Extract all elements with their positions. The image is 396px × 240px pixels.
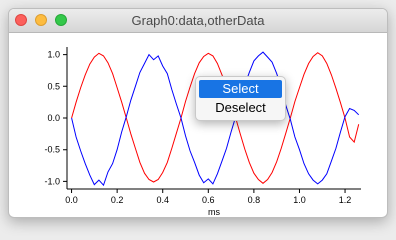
y-tick-label: 0.5 — [47, 81, 60, 91]
x-tick-label: 0.2 — [111, 195, 124, 205]
x-axis-label: ms — [208, 207, 220, 217]
context-menu: Select Deselect — [195, 76, 286, 121]
graph-window: Graph0:data,otherData 1.0 0.5 0.0 -0.5 -1.0 0… — [8, 8, 388, 218]
y-tick-label: -1.0 — [44, 176, 60, 186]
x-tick-label: 0.4 — [156, 195, 169, 205]
graph-plot[interactable]: 1.0 0.5 0.0 -0.5 -1.0 0.0 0.2 0.4 0.6 0.8 1.0 1.2 m… — [9, 33, 387, 217]
y-tick-label: -0.5 — [44, 145, 60, 155]
x-tick-label: 0.6 — [202, 195, 215, 205]
x-tick-label: 0.0 — [65, 195, 78, 205]
y-tick-label: 1.0 — [47, 50, 60, 60]
window-title: Graph0:data,otherData — [131, 13, 265, 28]
x-tick-label: 0.8 — [248, 195, 261, 205]
menu-item-deselect[interactable]: Deselect — [199, 99, 282, 117]
y-tick-label: 0.0 — [47, 113, 60, 123]
x-tick-label: 1.2 — [339, 195, 352, 205]
x-tick-label: 1.0 — [293, 195, 306, 205]
title-bar[interactable]: Graph0:data,otherData — [9, 9, 387, 33]
menu-item-select[interactable]: Select — [199, 80, 282, 98]
